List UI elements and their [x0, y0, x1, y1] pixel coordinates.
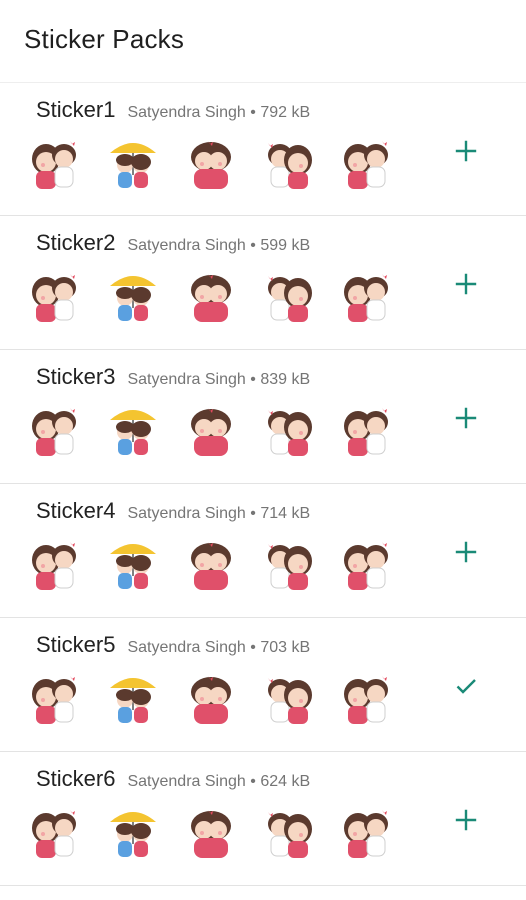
couple-sticker-image [260, 670, 318, 728]
couple-sticker-image [26, 536, 84, 594]
couple-sticker-image [182, 268, 240, 326]
add-pack-button[interactable] [446, 802, 486, 842]
add-pack-button[interactable] [446, 534, 486, 574]
couple-sticker-image [26, 135, 84, 193]
plus-icon [454, 272, 478, 301]
pack-publisher: Satyendra Singh [127, 639, 246, 656]
pack-meta: Satyendra Singh • 599 kB [127, 237, 310, 255]
meta-separator: • [250, 773, 256, 790]
add-pack-button[interactable] [446, 400, 486, 440]
pack-name: Sticker3 [36, 364, 116, 389]
meta-separator: • [250, 639, 256, 656]
pack-size: 792 kB [260, 104, 311, 121]
add-pack-button[interactable] [446, 133, 486, 173]
couple-umbrella-sticker-image [260, 135, 318, 193]
sticker-previews [26, 402, 416, 460]
sticker-pack-list: Sticker1 Satyendra Singh • 792 kB Sticke… [0, 82, 526, 886]
couple-sticker-image [104, 670, 162, 728]
couple-sticker-image [104, 268, 162, 326]
pack-added-button[interactable] [446, 668, 486, 708]
pack-name: Sticker1 [36, 97, 116, 122]
sticker-pack-row[interactable]: Sticker2 Satyendra Singh • 599 kB [0, 216, 526, 350]
couple-sticker-image [104, 804, 162, 862]
couple-sticker-image [338, 135, 396, 193]
pack-meta: Satyendra Singh • 703 kB [127, 639, 310, 657]
app-title: Sticker Packs [24, 24, 185, 54]
plus-icon [454, 139, 478, 168]
pack-size: 714 kB [260, 505, 311, 522]
pack-publisher: Satyendra Singh [127, 371, 246, 388]
checkmark-icon [454, 674, 478, 703]
pack-publisher: Satyendra Singh [127, 773, 246, 790]
meta-separator: • [250, 505, 256, 522]
pack-meta: Satyendra Singh • 714 kB [127, 505, 310, 523]
sticker-previews [26, 135, 416, 193]
meta-separator: • [250, 371, 256, 388]
couple-sticker-image [260, 402, 318, 460]
couple-sticker-image [338, 402, 396, 460]
couple-sticker-image [26, 670, 84, 728]
sticker-pack-row[interactable]: Sticker4 Satyendra Singh • 714 kB [0, 484, 526, 618]
couple-sticker-image [260, 536, 318, 594]
couple-sticker-image [182, 670, 240, 728]
couple-sticker-image [260, 268, 318, 326]
pack-publisher: Satyendra Singh [127, 505, 246, 522]
couple-sticker-image [338, 536, 396, 594]
couple-sticker-image [182, 135, 240, 193]
meta-separator: • [250, 104, 256, 121]
pack-name: Sticker2 [36, 230, 116, 255]
plus-icon [454, 540, 478, 569]
couple-sticker-image [26, 268, 84, 326]
pack-meta: Satyendra Singh • 839 kB [127, 371, 310, 389]
sticker-previews [26, 268, 416, 326]
couple-sticker-image [182, 402, 240, 460]
plus-icon [454, 808, 478, 837]
sticker-previews [26, 670, 416, 728]
pack-size: 624 kB [260, 773, 311, 790]
pack-name: Sticker5 [36, 632, 116, 657]
pack-name: Sticker6 [36, 766, 116, 791]
plus-icon [454, 406, 478, 435]
sticker-previews [26, 804, 416, 862]
couple-sticker-image [338, 670, 396, 728]
pack-publisher: Satyendra Singh [127, 237, 246, 254]
pack-meta: Satyendra Singh • 792 kB [127, 104, 310, 122]
couple-sticker-image [338, 804, 396, 862]
couple-sticker-image [104, 135, 162, 193]
couple-sticker-image [260, 804, 318, 862]
add-pack-button[interactable] [446, 266, 486, 306]
pack-size: 839 kB [260, 371, 311, 388]
couple-sticker-image [104, 402, 162, 460]
pack-size: 703 kB [260, 639, 311, 656]
couple-sticker-image [26, 804, 84, 862]
sticker-pack-row[interactable]: Sticker1 Satyendra Singh • 792 kB [0, 82, 526, 216]
sticker-pack-row[interactable]: Sticker5 Satyendra Singh • 703 kB [0, 618, 526, 752]
meta-separator: • [250, 237, 256, 254]
sticker-previews [26, 536, 416, 594]
pack-name: Sticker4 [36, 498, 116, 523]
pack-size: 599 kB [260, 237, 311, 254]
couple-sticker-image [104, 536, 162, 594]
couple-sticker-image [182, 536, 240, 594]
sticker-pack-row[interactable]: Sticker3 Satyendra Singh • 839 kB [0, 350, 526, 484]
couple-sticker-image [26, 402, 84, 460]
couple-sticker-image [338, 268, 396, 326]
couple-sticker-image [182, 804, 240, 862]
pack-meta: Satyendra Singh • 624 kB [127, 773, 310, 791]
pack-publisher: Satyendra Singh [127, 104, 246, 121]
sticker-pack-row[interactable]: Sticker6 Satyendra Singh • 624 kB [0, 752, 526, 886]
